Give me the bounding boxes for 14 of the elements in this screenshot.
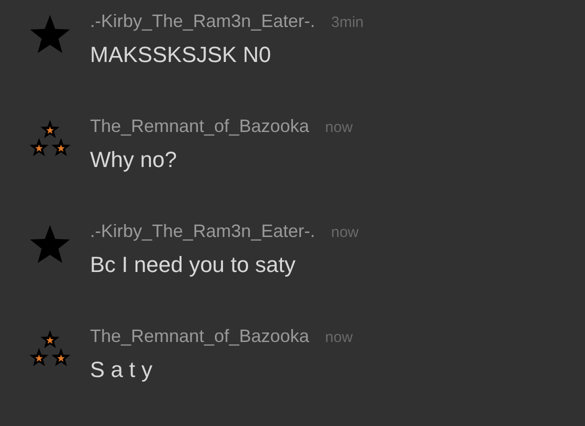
timestamp: now — [325, 119, 353, 136]
message-text: S a t y — [90, 357, 154, 383]
timestamp: 3min — [331, 14, 364, 31]
author-name[interactable]: .-Kirby_The_Ram3n_Eater-. — [90, 221, 316, 242]
author-name[interactable]: The_Remnant_of_Bazooka — [90, 326, 310, 347]
star-icon — [28, 224, 72, 266]
message-text: MAKSSKSJSK N0 — [90, 42, 272, 68]
star-icon — [28, 14, 72, 56]
message-text: Why no? — [90, 147, 178, 173]
timestamp: now — [325, 329, 353, 346]
message-text: Bc I need you to saty — [90, 252, 296, 278]
author-name[interactable]: The_Remnant_of_Bazooka — [90, 116, 310, 137]
author-name[interactable]: .-Kirby_The_Ram3n_Eater-. — [90, 11, 316, 32]
timestamp: now — [331, 224, 359, 241]
